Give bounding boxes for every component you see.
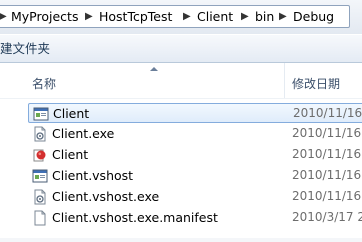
file-name: Client [52,147,89,162]
file-name: Client.vshost [52,168,134,183]
file-date: 2010/11/16 [292,189,362,203]
file-date: 2010/11/16 [292,147,362,161]
column-divider[interactable] [284,63,285,99]
file-row-client-vshost-manifest[interactable]: Client.vshost.exe.manifest 2010/3/17 2 [28,208,362,228]
file-row-client-vshost[interactable]: Client.vshost 2010/11/16 [28,166,362,186]
file-name: Client.vshost.exe [52,189,160,204]
file-date: 2010/11/16 [292,126,362,140]
column-header-date-modified[interactable]: 修改日期 [292,75,340,92]
toolbar: 建文件夹 [0,34,362,63]
breadcrumb-separator-icon[interactable]: ▶ [241,6,249,27]
console-app-icon [33,107,49,121]
breadcrumb-item-bin[interactable]: bin [255,6,274,27]
sort-ascending-icon [150,67,158,71]
breadcrumb[interactable]: ▶ MyProjects ▶ HostTcpTest ▶ Client ▶ bi… [0,5,350,28]
file-row-client-pdb[interactable]: Client 2010/11/16 [28,145,362,165]
file-row-client-exe[interactable]: Client.exe 2010/11/16 [28,124,362,144]
breadcrumb-item-hosttcptest[interactable]: HostTcpTest [99,6,172,27]
breadcrumb-separator-icon[interactable]: ▶ [0,6,7,27]
breadcrumb-item-client[interactable]: Client [197,6,233,27]
config-file-icon [34,126,46,142]
breadcrumb-separator-icon[interactable]: ▶ [85,6,93,27]
program-database-icon [33,149,46,162]
file-row-client-vshost-exe[interactable]: Client.vshost.exe 2010/11/16 [28,187,362,207]
file-name: Client.vshost.exe.manifest [52,210,218,225]
file-date: 2010/11/16 [293,106,362,120]
file-name: Client.exe [52,126,115,141]
console-app-icon [32,169,48,183]
breadcrumb-separator-icon[interactable]: ▶ [279,6,287,27]
config-file-icon [34,189,46,205]
column-header-name[interactable]: 名称 [32,75,56,92]
list-bottom-edge [0,238,362,242]
breadcrumb-item-debug[interactable]: Debug [293,6,334,27]
file-date: 2010/3/17 2 [292,210,362,224]
column-header: 名称 修改日期 [0,63,362,99]
address-bar: ▶ MyProjects ▶ HostTcpTest ▶ Client ▶ bi… [0,0,362,34]
file-name: Client [53,106,90,121]
file-row-client-app[interactable]: Client 2010/11/16 [28,103,362,123]
breadcrumb-separator-icon[interactable]: ▶ [183,6,191,27]
file-date: 2010/11/16 [292,168,362,182]
text-file-icon [34,210,46,226]
new-folder-button[interactable]: 建文件夹 [0,40,50,58]
header-divider [0,98,362,99]
breadcrumb-item-myprojects[interactable]: MyProjects [11,6,78,27]
